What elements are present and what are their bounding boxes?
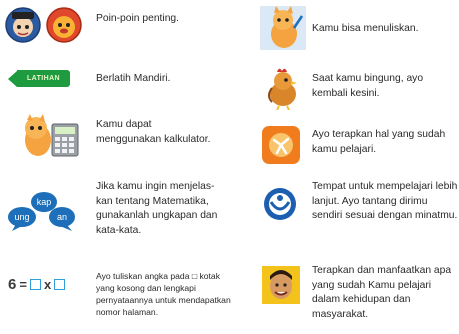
apply-icon (262, 126, 300, 164)
formula-number: 6 (8, 276, 17, 293)
confused-text: Saat kamu bingung, ayo kembali kesini. (312, 73, 424, 99)
daily-life-text: Terapkan dan manfaatkan apa yang sudah K… (312, 265, 452, 320)
formula-times: x (43, 277, 52, 292)
page-number-formula: 6 = x (8, 276, 66, 293)
empty-box-icon (54, 279, 66, 290)
further-learning-icon (262, 186, 298, 222)
confused-rooster-icon (262, 66, 304, 111)
empty-box-icon (29, 279, 41, 290)
daily-life-icon (262, 266, 300, 304)
latihan-tag: LATIHAN (8, 70, 70, 87)
important-points-icon (4, 6, 86, 44)
formula-equals: = (19, 277, 27, 292)
latihan-text: Berlatih Mandiri. (96, 73, 171, 84)
bubble-an: an (57, 212, 67, 222)
speech-bubbles-icon: kap ung an (6, 190, 78, 232)
latihan-arrow-icon (8, 70, 17, 87)
calculator-text: Kamu dapat menggunakan kalkulator. (96, 119, 211, 145)
calculator-icon (20, 114, 84, 160)
bubble-kap: kap (37, 197, 52, 207)
writing-icon (260, 6, 306, 50)
speech-text: Jika kamu ingin menjelas-kan tentang Mat… (96, 181, 218, 236)
writing-text: Kamu bisa menuliskan. (312, 23, 419, 34)
puzzle-text: Ayo tuliskan angka pada □ kotak yang kos… (96, 271, 231, 317)
apply-text: Ayo terapkan hal yang sudah kamu pelajar… (312, 129, 446, 155)
important-points-text: Poin-poin penting. (96, 13, 180, 24)
latihan-label: LATIHAN (17, 70, 70, 87)
bubble-ung: ung (14, 212, 29, 222)
further-learning-text: Tempat untuk mempelajari lebih lanjut. A… (312, 181, 458, 221)
